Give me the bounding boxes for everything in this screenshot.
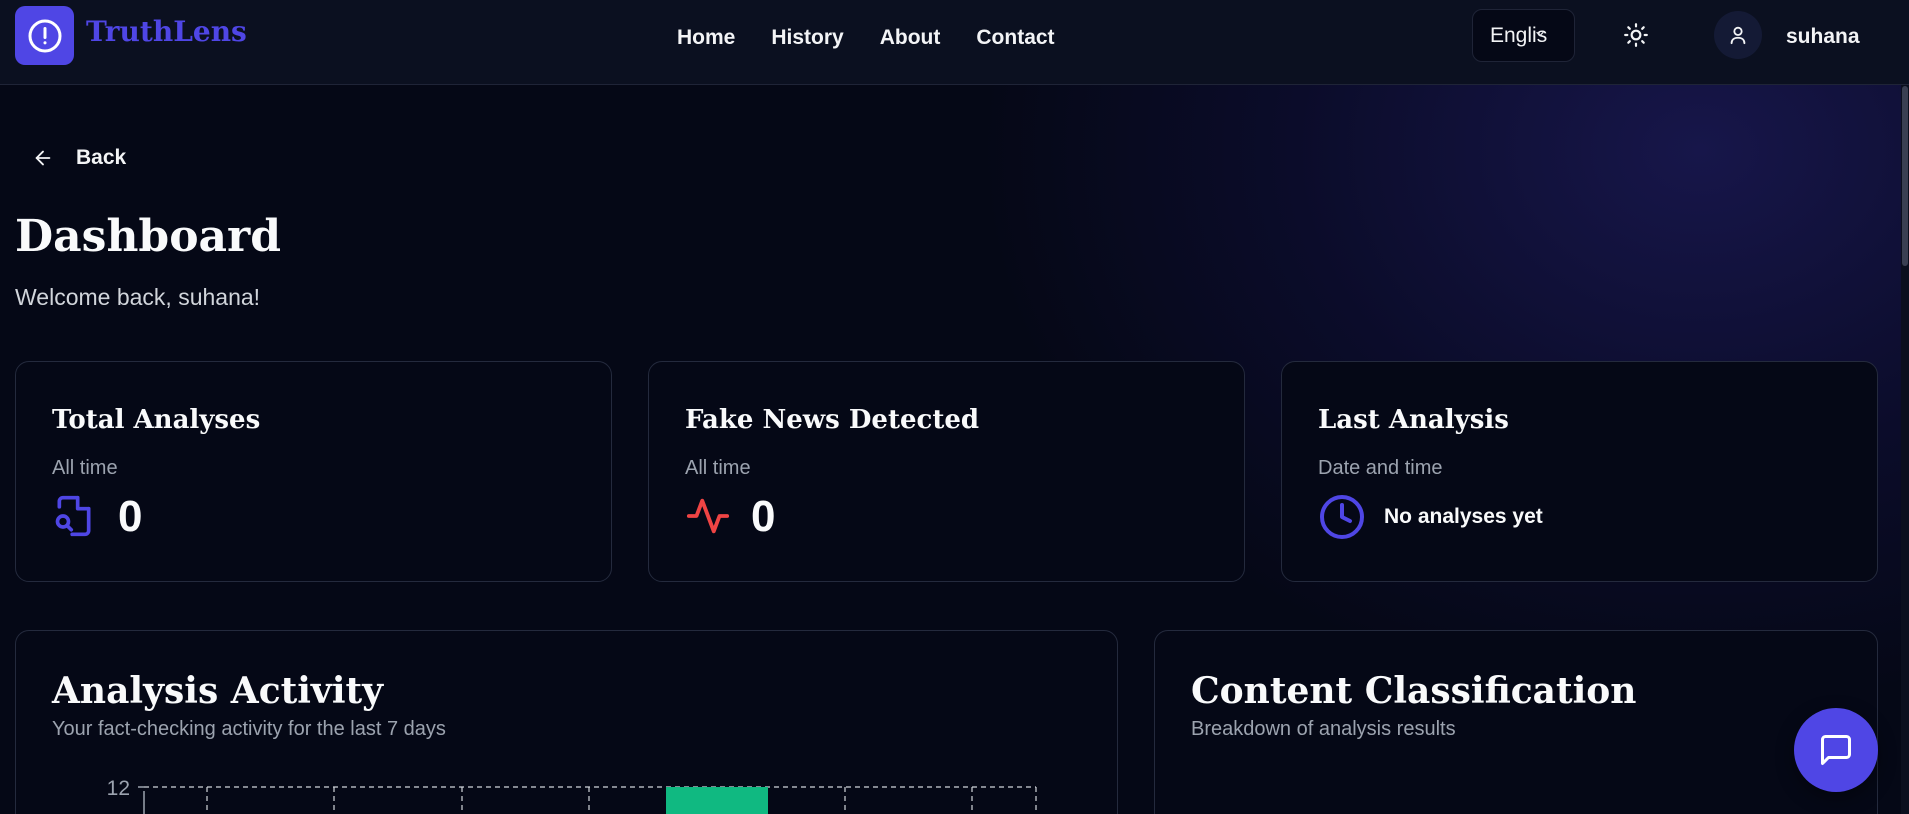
clock-icon — [1320, 495, 1364, 539]
arrow-left-icon — [35, 150, 51, 166]
y-tick-label: 12 — [107, 777, 130, 800]
message-square-icon — [1821, 735, 1851, 765]
activity-chart: 12 — [107, 777, 1037, 814]
stat-title: Total Analyses — [52, 405, 261, 435]
file-search-icon — [55, 495, 91, 537]
welcome-message: Welcome back, suhana! — [15, 284, 261, 310]
user-name[interactable]: suhana — [1786, 25, 1860, 49]
analysis-activity-panel: Analysis Activity Your fact-checking act… — [15, 630, 1118, 814]
stat-subtitle: All time — [685, 457, 751, 479]
nav-history[interactable]: History — [771, 26, 843, 50]
stat-value: 0 — [751, 492, 776, 541]
content-classification-panel: Content Classification Breakdown of anal… — [1154, 630, 1878, 814]
stat-value: No analyses yet — [1384, 505, 1543, 528]
nav-about[interactable]: About — [880, 26, 941, 50]
app-name[interactable]: TruthLens — [86, 15, 247, 48]
chat-button[interactable] — [1794, 708, 1878, 792]
stat-title: Last Analysis — [1318, 405, 1509, 435]
panel-title: Content Classification — [1191, 670, 1637, 712]
user-icon — [1730, 26, 1746, 45]
nav-contact[interactable]: Contact — [976, 26, 1054, 50]
panel-subtitle: Your fact-checking activity for the last… — [52, 718, 446, 740]
language-select[interactable]: English — [1472, 9, 1575, 62]
sun-icon[interactable] — [1623, 22, 1649, 48]
nav-home[interactable]: Home — [677, 26, 735, 50]
top-navbar: TruthLens Home History About Contact Eng… — [0, 0, 1909, 85]
scrollbar-thumb[interactable] — [1902, 86, 1908, 266]
stat-card-total-analyses: Total Analyses All time 0 — [15, 361, 612, 582]
panel-title: Analysis Activity — [52, 670, 384, 712]
stat-value: 0 — [118, 492, 143, 541]
page-title: Dashboard — [15, 211, 281, 262]
back-label: Back — [76, 146, 127, 169]
user-avatar[interactable] — [1714, 11, 1762, 59]
nav-links: Home History About Contact — [677, 26, 1055, 50]
chart-bar[interactable] — [666, 787, 768, 814]
stat-card-last-analysis: Last Analysis Date and time No analyses … — [1281, 361, 1878, 582]
activity-icon — [686, 498, 730, 534]
logo-icon[interactable] — [15, 6, 74, 65]
stat-title: Fake News Detected — [685, 405, 980, 435]
chevron-down-icon — [1536, 31, 1544, 37]
stat-subtitle: All time — [52, 457, 118, 479]
back-button[interactable]: Back — [32, 146, 126, 170]
panel-subtitle: Breakdown of analysis results — [1191, 718, 1456, 740]
stat-subtitle: Date and time — [1318, 457, 1443, 479]
stat-card-fake-news: Fake News Detected All time 0 — [648, 361, 1245, 582]
